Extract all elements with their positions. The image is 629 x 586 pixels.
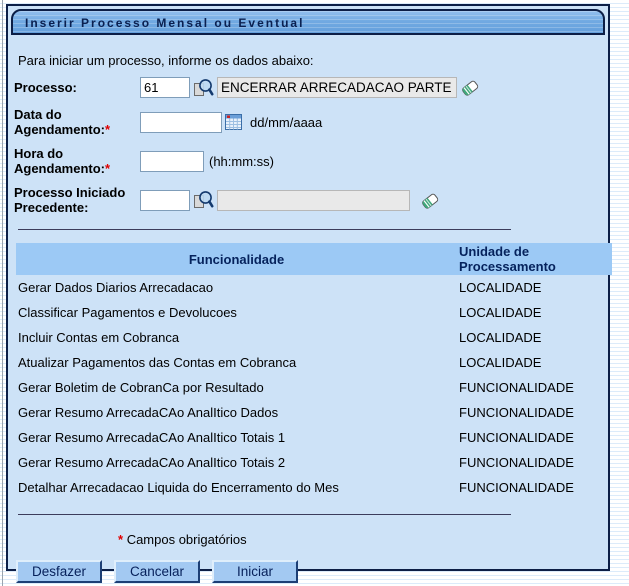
processing-unit-cell: FUNCIONALIDADE [457, 425, 612, 450]
precedente-lookup-button[interactable] [193, 190, 214, 210]
table-header-row: Funcionalidade Unidade de Processamento [16, 243, 612, 275]
processing-unit-cell: FUNCIONALIDADE [457, 475, 612, 500]
unidade-header: Unidade de Processamento [457, 243, 612, 275]
processing-unit-cell: LOCALIDADE [457, 275, 612, 300]
data-agendamento-row: Data do Agendamento:* dd/mm/aaaa [14, 107, 602, 137]
separator-top [18, 229, 511, 230]
intro-text: Para iniciar um processo, informe os dad… [18, 53, 602, 68]
processing-unit-cell: LOCALIDADE [457, 325, 612, 350]
processo-row: Processo: [14, 77, 602, 98]
processing-unit-cell: LOCALIDADE [457, 300, 612, 325]
page-title: Inserir Processo Mensal ou Eventual [11, 9, 605, 35]
functionality-cell: Gerar Dados Diarios Arrecadacao [16, 275, 457, 300]
processo-precedente-row: Processo Iniciado Precedente: [14, 185, 602, 215]
table-row: Incluir Contas em Cobranca LOCALIDADE [16, 325, 612, 350]
processo-input[interactable] [140, 77, 190, 98]
functionality-cell: Gerar Boletim de CobranCa por Resultado [16, 375, 457, 400]
inserir-processo-window: Inserir Processo Mensal ou Eventual Para… [6, 4, 610, 571]
magnifier-icon [193, 190, 214, 210]
eraser-icon [420, 190, 441, 211]
data-agendamento-label: Data do Agendamento:* [14, 107, 140, 137]
page-edge-line [2, 0, 3, 586]
magnifier-icon [193, 78, 214, 98]
table-row: Gerar Dados Diarios Arrecadacao LOCALIDA… [16, 275, 612, 300]
table-row: Gerar Resumo ArrecadaCAo AnalItico Totai… [16, 425, 612, 450]
calendar-icon [225, 114, 242, 130]
eraser-icon [460, 77, 481, 98]
required-asterisk: * [105, 122, 110, 137]
processing-unit-cell: FUNCIONALIDADE [457, 375, 612, 400]
table-row: Detalhar Arrecadacao Liquida do Encerram… [16, 475, 612, 500]
iniciar-button[interactable]: Iniciar [212, 560, 298, 583]
processo-precedente-input[interactable] [140, 190, 190, 211]
precedente-clear-button[interactable] [420, 190, 441, 211]
processo-lookup-button[interactable] [193, 78, 214, 98]
hora-agendamento-row: Hora do Agendamento:* (hh:mm:ss) [14, 146, 602, 176]
processing-unit-cell: LOCALIDADE [457, 350, 612, 375]
functionality-cell: Gerar Resumo ArrecadaCAo AnalItico Dados [16, 400, 457, 425]
time-format-hint: (hh:mm:ss) [209, 154, 274, 169]
processing-unit-cell: FUNCIONALIDADE [457, 400, 612, 425]
data-agendamento-label-text: Data do Agendamento: [14, 107, 105, 137]
required-note-text: Campos obrigatórios [127, 532, 247, 547]
funcionalidade-table: Funcionalidade Unidade de Processamento … [16, 243, 612, 500]
data-agendamento-input[interactable] [140, 112, 222, 133]
required-asterisk: * [118, 532, 123, 547]
processo-clear-button[interactable] [460, 77, 481, 98]
functionality-cell: Detalhar Arrecadacao Liquida do Encerram… [16, 475, 457, 500]
functionality-cell: Incluir Contas em Cobranca [16, 325, 457, 350]
funcionalidade-header: Funcionalidade [16, 243, 457, 275]
precedente-descricao-field [217, 190, 410, 211]
hora-agendamento-label-text: Hora do Agendamento: [14, 146, 105, 176]
required-fields-note: * Campos obrigatórios [118, 532, 602, 547]
desfazer-button[interactable]: Desfazer [16, 560, 102, 583]
functionality-cell: Gerar Resumo ArrecadaCAo AnalItico Totai… [16, 450, 457, 475]
processing-unit-cell: FUNCIONALIDADE [457, 450, 612, 475]
hora-agendamento-input[interactable] [140, 151, 204, 172]
processo-descricao-field [217, 77, 457, 98]
date-format-hint: dd/mm/aaaa [250, 115, 322, 130]
functionality-cell: Atualizar Pagamentos das Contas em Cobra… [16, 350, 457, 375]
required-asterisk: * [105, 161, 110, 176]
table-row: Gerar Resumo ArrecadaCAo AnalItico Totai… [16, 450, 612, 475]
table-row: Gerar Boletim de CobranCa por Resultado … [16, 375, 612, 400]
hora-agendamento-label: Hora do Agendamento:* [14, 146, 140, 176]
cancelar-button[interactable]: Cancelar [114, 560, 200, 583]
calendar-button[interactable] [225, 114, 242, 130]
table-row: Atualizar Pagamentos das Contas em Cobra… [16, 350, 612, 375]
table-row: Classificar Pagamentos e Devolucoes LOCA… [16, 300, 612, 325]
separator-bottom [18, 514, 511, 515]
button-row: Desfazer Cancelar Iniciar [16, 560, 600, 583]
functionality-cell: Classificar Pagamentos e Devolucoes [16, 300, 457, 325]
processo-label: Processo: [14, 80, 140, 95]
functionality-cell: Gerar Resumo ArrecadaCAo AnalItico Totai… [16, 425, 457, 450]
processo-precedente-label: Processo Iniciado Precedente: [14, 185, 140, 215]
table-row: Gerar Resumo ArrecadaCAo AnalItico Dados… [16, 400, 612, 425]
